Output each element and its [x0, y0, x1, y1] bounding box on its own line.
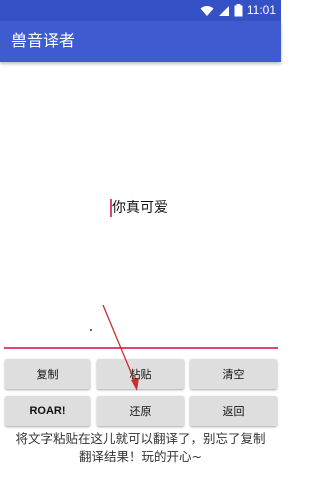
- annotation-arrow-line: [102, 304, 136, 383]
- annotation-arrow-head: [131, 378, 139, 391]
- annotation-arrow: [102, 304, 139, 391]
